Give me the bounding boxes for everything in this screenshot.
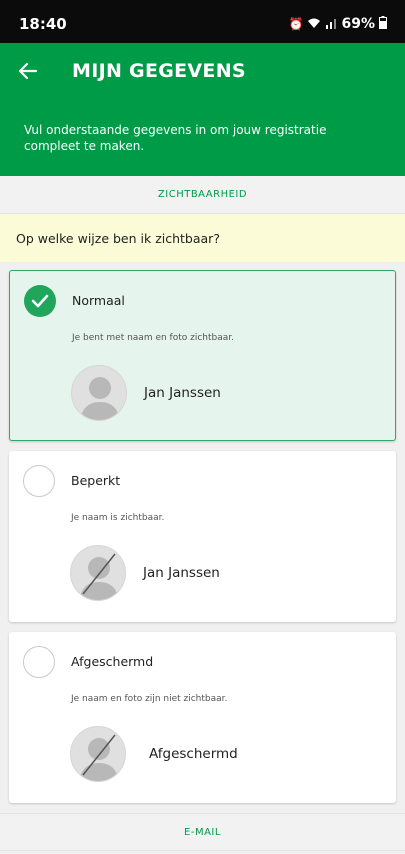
- arrow-left-icon[interactable]: [16, 59, 40, 83]
- person-icon: [80, 377, 120, 420]
- option-title: Beperkt: [71, 473, 121, 488]
- status-bar: 18:40 ⏰ 69%: [0, 0, 405, 43]
- display-name: Jan Janssen: [143, 565, 220, 581]
- option-title: Afgeschermd: [71, 654, 154, 669]
- option-title: Normaal: [72, 293, 125, 308]
- section-header-email[interactable]: E-MAIL: [0, 813, 405, 851]
- check-icon: [31, 294, 49, 308]
- option-description: Je bent met naam en foto zichtbaar.: [72, 333, 235, 343]
- option-card-limited[interactable]: Beperkt Je naam is zichtbaar. Jan Jansse…: [9, 451, 396, 622]
- radio-unselected[interactable]: [23, 465, 55, 497]
- person-hidden-icon: [79, 734, 119, 781]
- section-header-visibility: ZICHTBAARHEID: [0, 176, 405, 214]
- display-name: Jan Janssen: [144, 385, 221, 401]
- signal-icon: [325, 17, 337, 32]
- section-label: ZICHTBAARHEID: [157, 189, 248, 200]
- status-icons: ⏰ 69%: [289, 16, 387, 32]
- avatar: [70, 726, 126, 782]
- avatar: [70, 545, 126, 601]
- person-hidden-icon: [79, 553, 119, 600]
- radio-selected[interactable]: [24, 285, 56, 317]
- avatar: [71, 365, 127, 421]
- intro-text: Vul onderstaande gegevens in om jouw reg…: [24, 123, 327, 153]
- status-time: 18:40: [19, 15, 67, 33]
- option-card-shielded[interactable]: Afgeschermd Je naam en foto zijn niet zi…: [9, 632, 396, 803]
- section-label: E-MAIL: [184, 826, 221, 838]
- radio-unselected[interactable]: [23, 646, 55, 678]
- question-text: Op welke wijze ben ik zichtbaar?: [16, 231, 220, 246]
- page-title: MIJN GEGEVENS: [72, 60, 246, 82]
- visibility-question: Op welke wijze ben ik zichtbaar?: [0, 214, 405, 262]
- battery-percentage: 69%: [341, 16, 375, 32]
- option-description: Je naam en foto zijn niet zichtbaar.: [71, 694, 228, 704]
- alarm-icon: ⏰: [288, 17, 304, 31]
- app-bar: MIJN GEGEVENS: [0, 43, 405, 100]
- wifi-icon: [307, 17, 321, 32]
- display-name: Afgeschermd: [149, 746, 238, 762]
- intro-banner: Vul onderstaande gegevens in om jouw reg…: [0, 100, 405, 176]
- battery-icon: [379, 16, 387, 32]
- option-description: Je naam is zichtbaar.: [71, 513, 165, 523]
- option-card-normal[interactable]: Normaal Je bent met naam en foto zichtba…: [9, 270, 396, 441]
